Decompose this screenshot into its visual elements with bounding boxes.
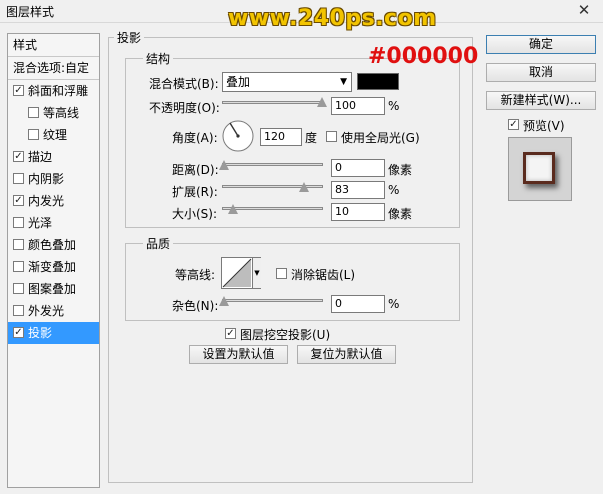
spread-slider-thumb[interactable]	[299, 182, 309, 192]
chevron-down-icon: ▼	[340, 77, 347, 87]
satin-checkbox[interactable]	[13, 217, 24, 228]
knockout-checkbox[interactable]: ✓	[225, 328, 236, 339]
watermark: www.240ps.com	[228, 6, 437, 31]
pattern-overlay-checkbox[interactable]	[13, 283, 24, 294]
structure-title: 结构	[143, 50, 174, 67]
shadow-color-swatch[interactable]	[357, 73, 399, 90]
window-title: 图层样式	[6, 5, 55, 19]
style-item-outer-glow[interactable]: 外发光	[8, 300, 99, 322]
contour-picker[interactable]: ▼	[221, 257, 261, 289]
knockout-label: 图层挖空投影(U)	[240, 328, 331, 342]
style-item-stroke[interactable]: ✓ 描边	[8, 146, 99, 168]
style-item-color-overlay[interactable]: 颜色叠加	[8, 234, 99, 256]
global-light-label: 使用全局光(G)	[341, 131, 420, 145]
gradient-overlay-checkbox[interactable]	[13, 261, 24, 272]
preview-label: 预览(V)	[523, 119, 565, 133]
anti-alias-checkbox[interactable]	[276, 268, 287, 279]
new-style-button[interactable]: 新建样式(W)...	[486, 91, 596, 110]
blend-mode-label: 混合模式(B):	[149, 77, 219, 91]
style-item-bevel[interactable]: ✓ 斜面和浮雕	[8, 80, 99, 102]
contour-checkbox[interactable]	[28, 107, 39, 118]
angle-label: 角度(A):	[172, 131, 218, 145]
style-item-texture[interactable]: 纹理	[8, 124, 99, 146]
spread-label: 扩展(R):	[172, 185, 218, 199]
distance-label: 距离(D):	[172, 163, 219, 177]
noise-input[interactable]: 0	[331, 295, 385, 313]
contour-label: 等高线:	[175, 268, 216, 282]
ok-button[interactable]: 确定	[486, 35, 596, 54]
style-item-inner-shadow[interactable]: 内阴影	[8, 168, 99, 190]
noise-slider-thumb[interactable]	[219, 296, 229, 306]
opacity-unit: %	[388, 99, 400, 113]
cancel-button[interactable]: 取消	[486, 63, 596, 82]
style-list: 样式 混合选项:自定 ✓ 斜面和浮雕 等高线 纹理 ✓ 描边 内阴影 ✓ 内发光…	[7, 33, 100, 488]
contour-curve-icon	[222, 258, 252, 288]
preview-thumbnail	[508, 137, 572, 201]
color-annotation: #000000	[368, 44, 479, 69]
section-title: 投影	[114, 29, 145, 46]
distance-slider-thumb[interactable]	[219, 160, 229, 170]
size-label: 大小(S):	[172, 207, 218, 221]
style-item-inner-glow[interactable]: ✓ 内发光	[8, 190, 99, 212]
distance-slider[interactable]	[222, 163, 323, 166]
style-item-pattern-overlay[interactable]: 图案叠加	[8, 278, 99, 300]
opacity-slider[interactable]	[222, 101, 323, 104]
angle-dial[interactable]	[221, 119, 255, 153]
distance-input[interactable]: 0	[331, 159, 385, 177]
angle-unit: 度	[305, 131, 318, 145]
noise-unit: %	[388, 297, 400, 311]
preview-checkbox[interactable]: ✓	[508, 119, 519, 130]
bevel-checkbox[interactable]: ✓	[13, 85, 24, 96]
size-input[interactable]: 10	[331, 203, 385, 221]
size-unit: 像素	[388, 207, 413, 221]
distance-unit: 像素	[388, 163, 413, 177]
noise-label: 杂色(N):	[172, 299, 219, 313]
noise-slider[interactable]	[222, 299, 323, 302]
outer-glow-checkbox[interactable]	[13, 305, 24, 316]
style-item-contour[interactable]: 等高线	[8, 102, 99, 124]
opacity-input[interactable]: 100	[331, 97, 385, 115]
quality-title: 品质	[143, 235, 174, 252]
inner-glow-checkbox[interactable]: ✓	[13, 195, 24, 206]
close-icon[interactable]: ✕	[572, 1, 596, 19]
make-default-button[interactable]: 设置为默认值	[189, 345, 288, 364]
angle-input[interactable]: 120	[260, 128, 302, 146]
contour-dropdown-icon[interactable]: ▼	[252, 258, 261, 288]
blend-options-item[interactable]: 混合选项:自定	[8, 57, 99, 79]
reset-default-button[interactable]: 复位为默认值	[297, 345, 396, 364]
opacity-slider-thumb[interactable]	[317, 97, 327, 107]
style-item-gradient-overlay[interactable]: 渐变叠加	[8, 256, 99, 278]
style-item-satin[interactable]: 光泽	[8, 212, 99, 234]
color-overlay-checkbox[interactable]	[13, 239, 24, 250]
spread-unit: %	[388, 183, 400, 197]
texture-checkbox[interactable]	[28, 129, 39, 140]
anti-alias-label: 消除锯齿(L)	[291, 268, 356, 282]
global-light-checkbox[interactable]	[326, 131, 337, 142]
spread-input[interactable]: 83	[331, 181, 385, 199]
style-list-header: 样式	[13, 38, 38, 52]
preview-swatch	[523, 152, 555, 184]
size-slider-thumb[interactable]	[228, 204, 238, 214]
opacity-label: 不透明度(O):	[149, 101, 220, 115]
drop-shadow-checkbox[interactable]: ✓	[13, 327, 24, 338]
inner-shadow-checkbox[interactable]	[13, 173, 24, 184]
stroke-checkbox[interactable]: ✓	[13, 151, 24, 162]
blend-mode-select[interactable]: 叠加 ▼	[222, 72, 352, 92]
style-item-drop-shadow[interactable]: ✓ 投影	[8, 322, 99, 344]
